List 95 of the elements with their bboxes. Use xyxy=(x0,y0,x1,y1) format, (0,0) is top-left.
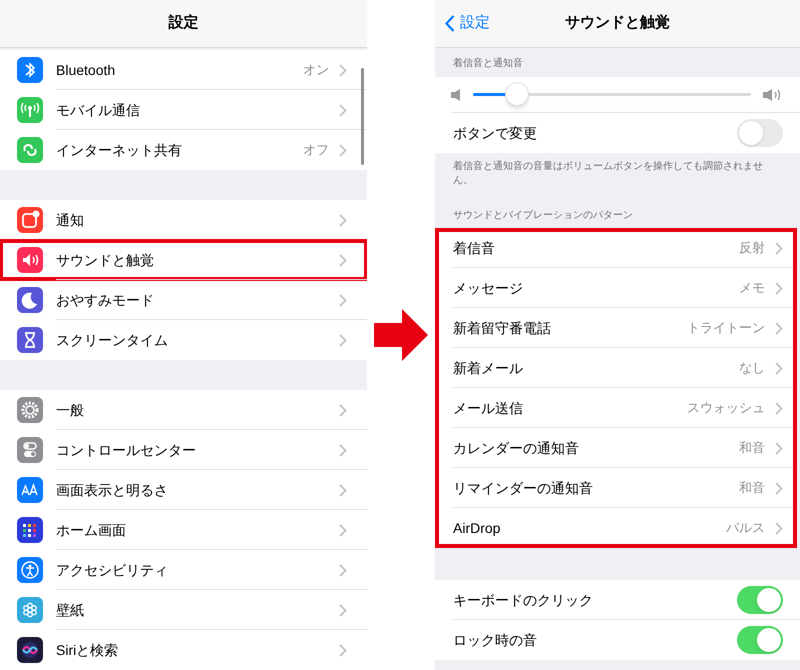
row-label: スクリーンタイム xyxy=(56,330,169,350)
row-label: 着信音 xyxy=(453,238,496,258)
row-label: 壁紙 xyxy=(56,600,85,620)
row-label: Siriと検索 xyxy=(56,640,120,660)
row-label: 通知 xyxy=(56,210,85,230)
siri-orb-icon xyxy=(17,637,43,663)
chevron-icon xyxy=(339,334,347,346)
settings-row[interactable]: サウンドと触覚 xyxy=(0,240,367,280)
row-label: AirDrop xyxy=(453,518,502,538)
row-value: パルス xyxy=(726,519,765,538)
chevron-icon xyxy=(775,362,783,374)
row-value: オフ xyxy=(303,141,329,160)
row-value: スウォッシュ xyxy=(687,399,765,418)
row-label: 画面表示と明るさ xyxy=(56,480,169,500)
text-size-icon xyxy=(17,477,43,503)
row-value: 反射 xyxy=(739,239,765,258)
row-value: 和音 xyxy=(739,439,765,458)
row-label: カレンダーの通知音 xyxy=(453,438,580,458)
row-value: 和音 xyxy=(739,479,765,498)
row-label: 新着留守番電話 xyxy=(453,318,552,338)
notification-icon xyxy=(17,207,43,233)
chevron-icon xyxy=(775,442,783,454)
settings-row[interactable]: おやすみモード xyxy=(0,280,367,320)
chevron-icon xyxy=(339,444,347,456)
screen-title: サウンドと触覚 xyxy=(565,13,670,34)
settings-row[interactable]: AirDrop パルス xyxy=(435,508,797,548)
chevron-icon xyxy=(775,482,783,494)
screen-title: 設定 xyxy=(168,13,198,34)
chain-link-icon xyxy=(17,137,43,163)
section-header: 着信音と通知音 xyxy=(452,56,524,71)
chevron-icon xyxy=(339,604,347,616)
chevron-icon xyxy=(775,402,783,414)
toggle-switch[interactable] xyxy=(737,119,783,147)
row-label: 新着メール xyxy=(453,358,524,378)
chevron-icon xyxy=(339,524,347,536)
row-label: メール送信 xyxy=(453,398,524,418)
section-header: サウンドとバイブレーションのパターン xyxy=(452,208,634,223)
toggle-switches-icon xyxy=(17,437,43,463)
row-label: ボタンで変更 xyxy=(453,124,538,142)
row-label: コントロールセンター xyxy=(56,440,197,460)
row-label: メッセージ xyxy=(453,278,524,298)
row-value: メモ xyxy=(739,279,765,298)
moon-icon xyxy=(17,287,43,313)
slider-thumb[interactable] xyxy=(505,82,530,106)
row-label: ロック時の音 xyxy=(453,630,538,650)
row-label: モバイル通信 xyxy=(56,100,141,120)
row-label: ホーム画面 xyxy=(56,520,127,540)
row-value: オン xyxy=(303,61,329,80)
flower-icon xyxy=(17,597,43,623)
chevron-icon xyxy=(339,294,347,306)
row-value: なし xyxy=(739,359,765,378)
accessibility-icon xyxy=(17,557,43,583)
chevron-icon xyxy=(339,484,347,496)
settings-row[interactable]: メッセージ メモ xyxy=(435,268,797,308)
row-label: アクセシビリティ xyxy=(56,560,169,580)
back-button[interactable]: 設定 xyxy=(445,12,490,34)
antenna-icon xyxy=(17,97,43,123)
gear-icon xyxy=(17,397,43,423)
speaker-low-icon xyxy=(451,88,461,100)
chevron-icon xyxy=(775,282,783,294)
chevron-icon xyxy=(339,564,347,576)
chevron-icon xyxy=(775,322,783,334)
toggle-switch[interactable] xyxy=(737,586,783,614)
chevron-icon xyxy=(775,522,783,534)
row-value: トライトーン xyxy=(687,319,765,338)
chevron-icon xyxy=(775,242,783,254)
settings-row[interactable]: カレンダーの通知音 和音 xyxy=(435,428,797,468)
chevron-icon xyxy=(339,104,347,116)
chevron-icon xyxy=(339,214,347,226)
row-label: サウンドと触覚 xyxy=(56,250,155,270)
row-label: キーボードのクリック xyxy=(453,590,594,610)
row-label: 一般 xyxy=(56,400,85,420)
back-chevron-icon xyxy=(445,14,455,32)
speaker-icon xyxy=(17,247,43,273)
app-grid-icon xyxy=(17,517,43,543)
chevron-icon xyxy=(339,144,347,156)
settings-row[interactable]: 新着留守番電話 トライトーン xyxy=(435,308,797,348)
chevron-icon xyxy=(339,64,347,76)
chevron-icon xyxy=(339,644,347,656)
hourglass-icon xyxy=(17,327,43,353)
arrow-icon xyxy=(374,309,428,361)
settings-row[interactable]: メール送信 スウォッシュ xyxy=(435,388,797,428)
footer-note: 着信音と通知音の音量はボリュームボタンを操作しても調節されません。 xyxy=(452,160,764,188)
row-label: おやすみモード xyxy=(56,290,155,310)
row-label: インターネット共有 xyxy=(56,140,183,160)
row-label: Bluetooth xyxy=(56,60,116,80)
chevron-icon xyxy=(339,404,347,416)
volume-slider[interactable] xyxy=(473,80,751,108)
bluetooth-icon xyxy=(17,57,43,83)
settings-row[interactable]: リマインダーの通知音 和音 xyxy=(435,468,797,508)
toggle-switch[interactable] xyxy=(737,626,783,654)
settings-row[interactable]: 着信音 反射 xyxy=(435,228,797,268)
chevron-icon xyxy=(339,254,347,266)
row-label: リマインダーの通知音 xyxy=(453,478,594,498)
settings-row[interactable]: 新着メール なし xyxy=(435,348,797,388)
